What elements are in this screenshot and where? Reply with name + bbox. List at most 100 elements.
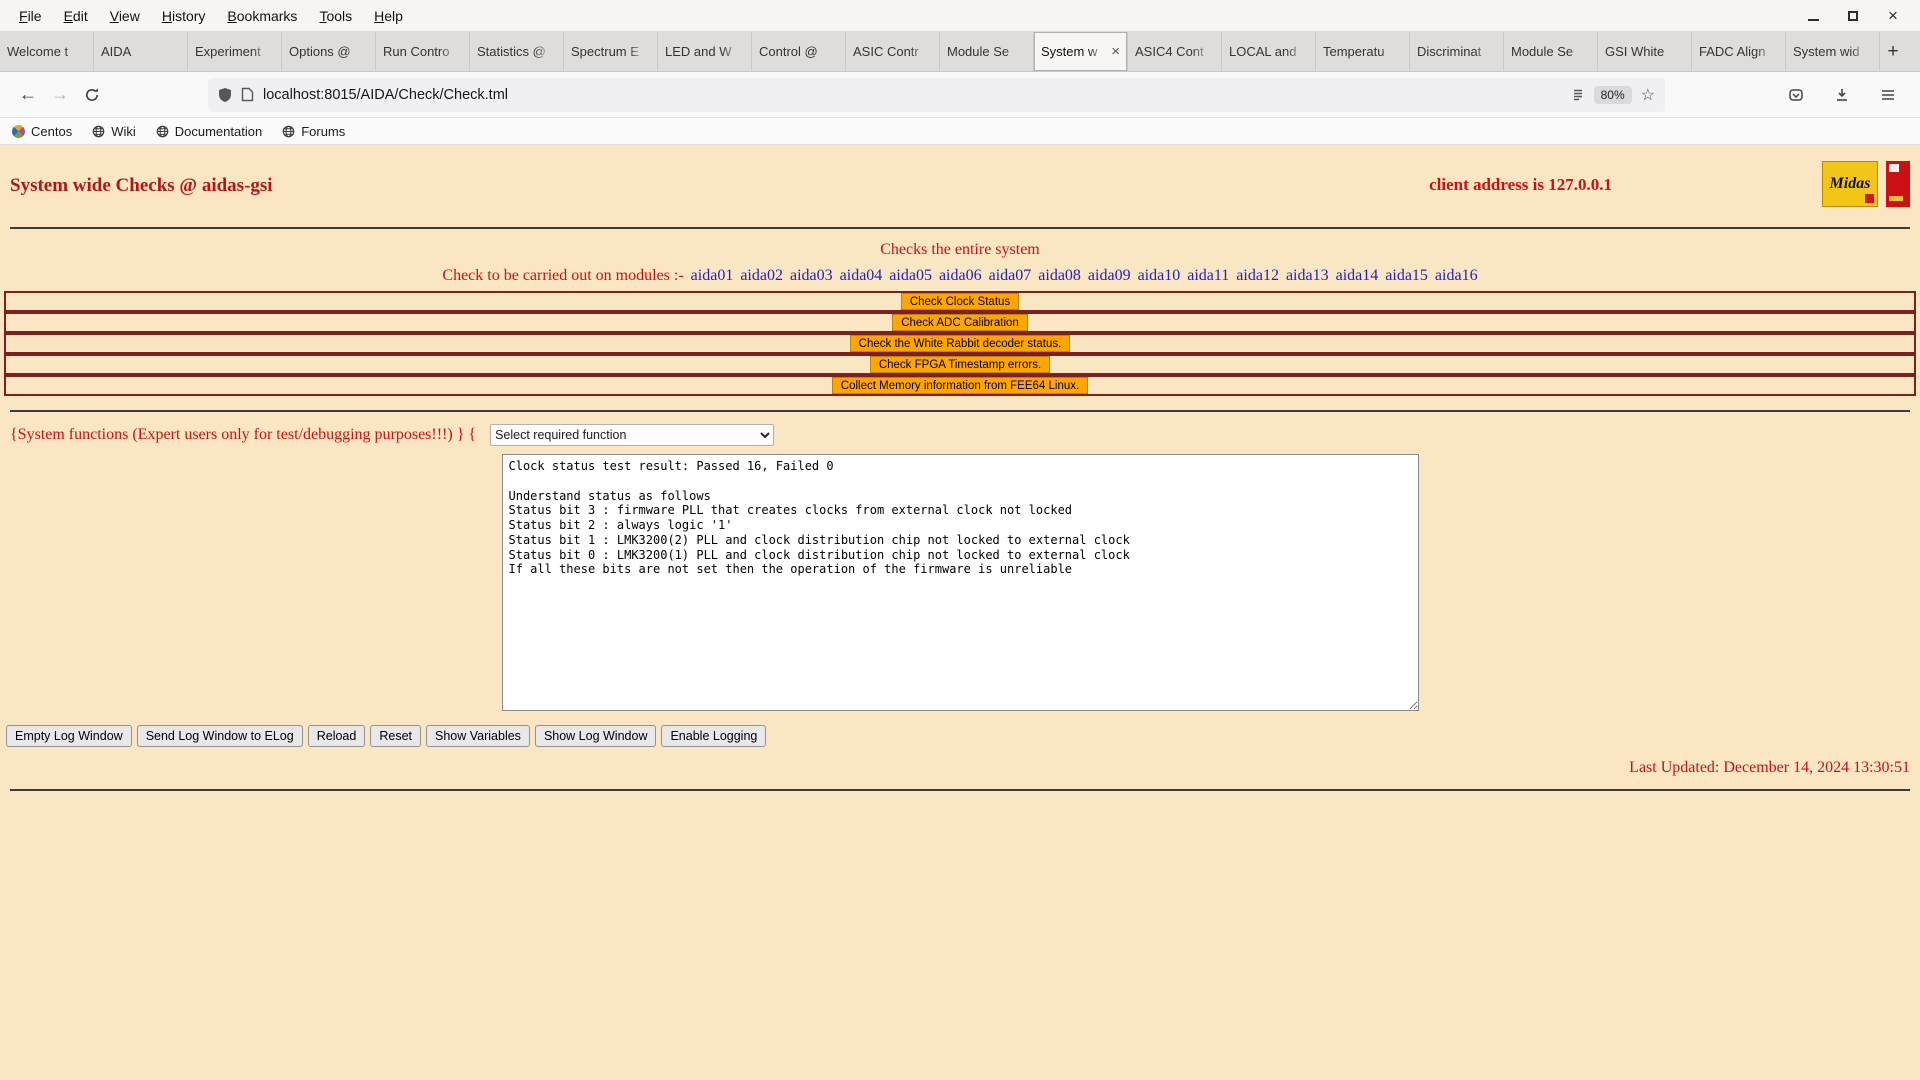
check-button[interactable]: Check FPGA Timestamp errors. <box>869 356 1051 373</box>
module-link[interactable]: aida08 <box>1038 267 1081 284</box>
menu-item[interactable]: Help <box>363 4 414 28</box>
module-link[interactable]: aida11 <box>1187 267 1229 284</box>
module-link[interactable]: aida06 <box>939 267 982 284</box>
browser-tab[interactable]: System w × <box>1034 32 1128 71</box>
menu-item[interactable]: File <box>8 4 53 28</box>
tab-label: Discriminat <box>1417 44 1482 59</box>
url-bar[interactable]: localhost:8015/AIDA/Check/Check.tml 80% … <box>208 77 1665 112</box>
zoom-level-badge[interactable]: 80% <box>1593 85 1632 104</box>
browser-tab[interactable]: GSI White × <box>1598 32 1692 71</box>
module-links: aida01 aida02 aida03 aida04 aida05 aida06 aida… <box>684 267 1478 284</box>
app-menu-button[interactable] <box>1872 79 1904 111</box>
new-tab-button[interactable]: + <box>1880 32 1906 71</box>
bookmark-list: Wiki Documentation Forums <box>92 124 345 139</box>
log-action-button[interactable]: Empty Log Window <box>6 725 132 747</box>
browser-tab[interactable]: Welcome t × <box>0 32 94 71</box>
tab-label: Module Se <box>1511 44 1574 59</box>
tab-label: FADC Align <box>1699 44 1766 59</box>
menu-item[interactable]: View <box>99 4 151 28</box>
page-info-icon[interactable] <box>241 87 254 102</box>
browser-tab[interactable]: LED and W × <box>658 32 752 71</box>
module-link[interactable]: aida12 <box>1236 267 1279 284</box>
module-link[interactable]: aida01 <box>691 267 734 284</box>
downloads-button[interactable] <box>1826 79 1858 111</box>
tab-label: Temperatu <box>1323 44 1385 59</box>
bookmark-label: Centos <box>31 123 73 139</box>
browser-tab[interactable]: ASIC4 Cont × <box>1128 32 1222 71</box>
bookmark-centos[interactable]: Centos <box>9 121 73 141</box>
check-button[interactable]: Collect Memory information from FEE64 Li… <box>831 377 1089 394</box>
log-action-button[interactable]: Enable Logging <box>661 725 767 747</box>
menu-item[interactable]: Tools <box>308 4 363 28</box>
reader-mode-icon[interactable] <box>1571 88 1585 102</box>
menu-bar: File Edit View History Bookmarks Tools Help × <box>0 0 1920 32</box>
minimize-button[interactable] <box>1804 7 1822 25</box>
midas-logo-accent <box>1865 194 1874 203</box>
secondary-logo-shape <box>1889 196 1903 201</box>
module-link[interactable]: aida04 <box>840 267 883 284</box>
module-link[interactable]: aida13 <box>1286 267 1329 284</box>
browser-tab[interactable]: FADC Align × <box>1692 32 1786 71</box>
navigation-toolbar: ← → localhost:8015/AIDA/Check/Check.tml … <box>0 72 1920 118</box>
bookmark-item[interactable]: Wiki <box>92 124 136 139</box>
maximize-button[interactable] <box>1844 7 1862 25</box>
function-select[interactable]: Select required function <box>490 424 775 446</box>
browser-tab[interactable]: Options @ × <box>282 32 376 71</box>
browser-tab[interactable]: Spectrum E × <box>564 32 658 71</box>
menu-item[interactable]: History <box>151 4 217 28</box>
module-link[interactable]: aida16 <box>1435 267 1478 284</box>
globe-icon <box>92 125 105 137</box>
browser-tab[interactable]: LOCAL and × <box>1222 32 1316 71</box>
log-action-button[interactable]: Show Variables <box>426 725 530 747</box>
close-button[interactable]: × <box>1884 7 1902 25</box>
module-link[interactable]: aida15 <box>1385 267 1428 284</box>
bookmark-star-icon[interactable]: ☆ <box>1641 85 1655 105</box>
bookmark-item[interactable]: Forums <box>282 124 345 139</box>
browser-tab[interactable]: Statistics @ × <box>470 32 564 71</box>
tab-label: Experiment <box>195 44 261 59</box>
log-action-button[interactable]: Show Log Window <box>534 725 657 747</box>
client-address: client address is 127.0.0.1 <box>1429 175 1612 194</box>
expert-functions-line: {System functions (Expert users only for… <box>0 424 1920 446</box>
tab-close-icon[interactable]: × <box>1111 43 1120 60</box>
module-link[interactable]: aida03 <box>790 267 833 284</box>
browser-tab[interactable]: Temperatu × <box>1316 32 1410 71</box>
globe-icon <box>282 125 295 137</box>
module-link[interactable]: aida10 <box>1138 267 1181 284</box>
browser-tab[interactable]: AIDA × <box>94 32 188 71</box>
browser-tab[interactable]: Run Contro × <box>376 32 470 71</box>
reload-button[interactable] <box>76 79 108 111</box>
bookmark-item[interactable]: Documentation <box>156 124 262 139</box>
check-button[interactable]: Check ADC Calibration <box>892 314 1028 331</box>
browser-tab[interactable]: Discriminat × <box>1410 32 1504 71</box>
check-button[interactable]: Check the White Rabbit decoder status. <box>849 335 1071 352</box>
module-link[interactable]: aida07 <box>989 267 1032 284</box>
module-link[interactable]: aida02 <box>740 267 783 284</box>
browser-tab[interactable]: Module Se × <box>1504 32 1598 71</box>
module-link[interactable]: aida09 <box>1088 267 1131 284</box>
logos: Midas <box>1822 161 1910 207</box>
log-action-button[interactable]: Reset <box>370 725 421 747</box>
check-row: Check FPGA Timestamp errors. <box>4 354 1916 375</box>
menu-item[interactable]: Bookmarks <box>216 4 308 28</box>
browser-tab[interactable]: Control @ × <box>752 32 846 71</box>
log-window[interactable]: Clock status test result: Passed 16, Fai… <box>501 454 1419 711</box>
forward-button[interactable]: → <box>44 79 76 111</box>
back-button[interactable]: ← <box>12 79 44 111</box>
check-button[interactable]: Check Clock Status <box>900 293 1020 310</box>
midas-logo: Midas <box>1822 161 1878 207</box>
module-link[interactable]: aida14 <box>1336 267 1379 284</box>
browser-tab[interactable]: System wid × <box>1786 32 1880 71</box>
log-action-button[interactable]: Send Log Window to ELog <box>136 725 303 747</box>
bookmark-label: Documentation <box>174 123 263 139</box>
module-link[interactable]: aida05 <box>889 267 932 284</box>
browser-tab[interactable]: ASIC Contr × <box>846 32 940 71</box>
pocket-icon[interactable] <box>1780 79 1812 111</box>
log-action-button[interactable]: Reload <box>307 725 366 747</box>
tab-bar: Welcome t × AIDA × Experiment × Options … <box>0 32 1920 72</box>
midas-logo-text: Midas <box>1829 175 1871 192</box>
browser-tab[interactable]: Module Se × <box>940 32 1034 71</box>
menu-item[interactable]: Edit <box>53 4 99 28</box>
browser-tab[interactable]: Experiment × <box>188 32 282 71</box>
tab-strip: Welcome t × AIDA × Experiment × Options … <box>0 32 1880 71</box>
